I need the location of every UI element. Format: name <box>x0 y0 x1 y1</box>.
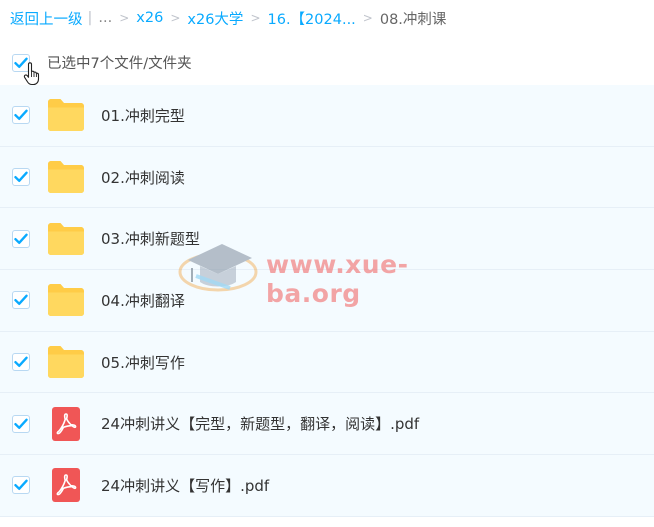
back-link[interactable]: 返回上一级 <box>10 8 83 29</box>
breadcrumb-item-x26[interactable]: x26 <box>136 10 163 26</box>
file-name[interactable]: 24冲刺讲义【完型，新题型，翻译，阅读】.pdf <box>101 413 419 434</box>
folder-icon <box>48 161 84 194</box>
breadcrumb-item-2024[interactable]: 16.【2024... <box>268 8 356 29</box>
breadcrumb-ellipsis[interactable]: ... <box>98 10 112 26</box>
check-icon <box>14 295 28 306</box>
pdf-icon <box>52 406 80 441</box>
folder-icon <box>48 346 84 379</box>
folder-icon <box>48 284 84 317</box>
row-checkbox[interactable] <box>12 168 30 187</box>
folder-icon <box>48 99 84 132</box>
select-all-row: 已选中7个文件/文件夹 <box>12 52 192 86</box>
row-checkbox[interactable] <box>12 106 30 125</box>
list-item[interactable]: 04.冲刺翻译 <box>0 270 654 332</box>
file-name[interactable]: 02.冲刺阅读 <box>101 167 185 188</box>
check-icon <box>14 233 28 244</box>
list-item[interactable]: 03.冲刺新题型 <box>0 208 654 271</box>
check-icon <box>14 109 28 121</box>
check-icon <box>14 356 28 368</box>
chevron-right-icon: > <box>250 11 261 25</box>
folder-icon <box>48 222 84 255</box>
file-name[interactable]: 24冲刺讲义【写作】.pdf <box>101 475 269 496</box>
chevron-right-icon: > <box>170 11 181 25</box>
selection-count-label: 已选中7个文件/文件夹 <box>47 56 192 72</box>
check-icon <box>14 480 28 491</box>
row-checkbox[interactable] <box>12 353 30 372</box>
row-checkbox[interactable] <box>12 291 30 310</box>
breadcrumb-divider: | <box>87 10 93 26</box>
list-item[interactable]: 24冲刺讲义【写作】.pdf <box>0 455 654 517</box>
check-icon <box>14 171 28 183</box>
hand-cursor-icon <box>23 62 40 86</box>
list-item[interactable]: 02.冲刺阅读 <box>0 146 654 209</box>
file-browser: 返回上一级 | ... > x26 > x26大学 > 16.【2024... … <box>0 0 654 527</box>
check-icon <box>14 418 28 429</box>
list-item[interactable]: 24冲刺讲义【完型，新题型，翻译，阅读】.pdf <box>0 393 654 456</box>
list-item[interactable]: 05.冲刺写作 <box>0 331 654 394</box>
file-name[interactable]: 04.冲刺翻译 <box>101 290 185 311</box>
file-list: 01.冲刺完型 02.冲刺阅读 03.冲刺新题型 04.冲刺翻译 05.冲刺写作… <box>0 85 654 517</box>
chevron-right-icon: > <box>119 11 130 25</box>
pdf-icon <box>52 468 80 503</box>
chevron-right-icon: > <box>362 11 373 25</box>
file-name[interactable]: 01.冲刺完型 <box>101 105 185 126</box>
file-name[interactable]: 05.冲刺写作 <box>101 352 185 373</box>
row-checkbox[interactable] <box>12 476 30 495</box>
file-name[interactable]: 03.冲刺新题型 <box>101 228 200 249</box>
breadcrumb-item-x26-university[interactable]: x26大学 <box>187 8 243 29</box>
breadcrumb-current: 08.冲刺课 <box>379 11 447 28</box>
breadcrumb: 返回上一级 | ... > x26 > x26大学 > 16.【2024... … <box>10 8 446 28</box>
row-checkbox[interactable] <box>12 229 30 248</box>
list-item[interactable]: 01.冲刺完型 <box>0 85 654 147</box>
row-checkbox[interactable] <box>12 414 30 433</box>
